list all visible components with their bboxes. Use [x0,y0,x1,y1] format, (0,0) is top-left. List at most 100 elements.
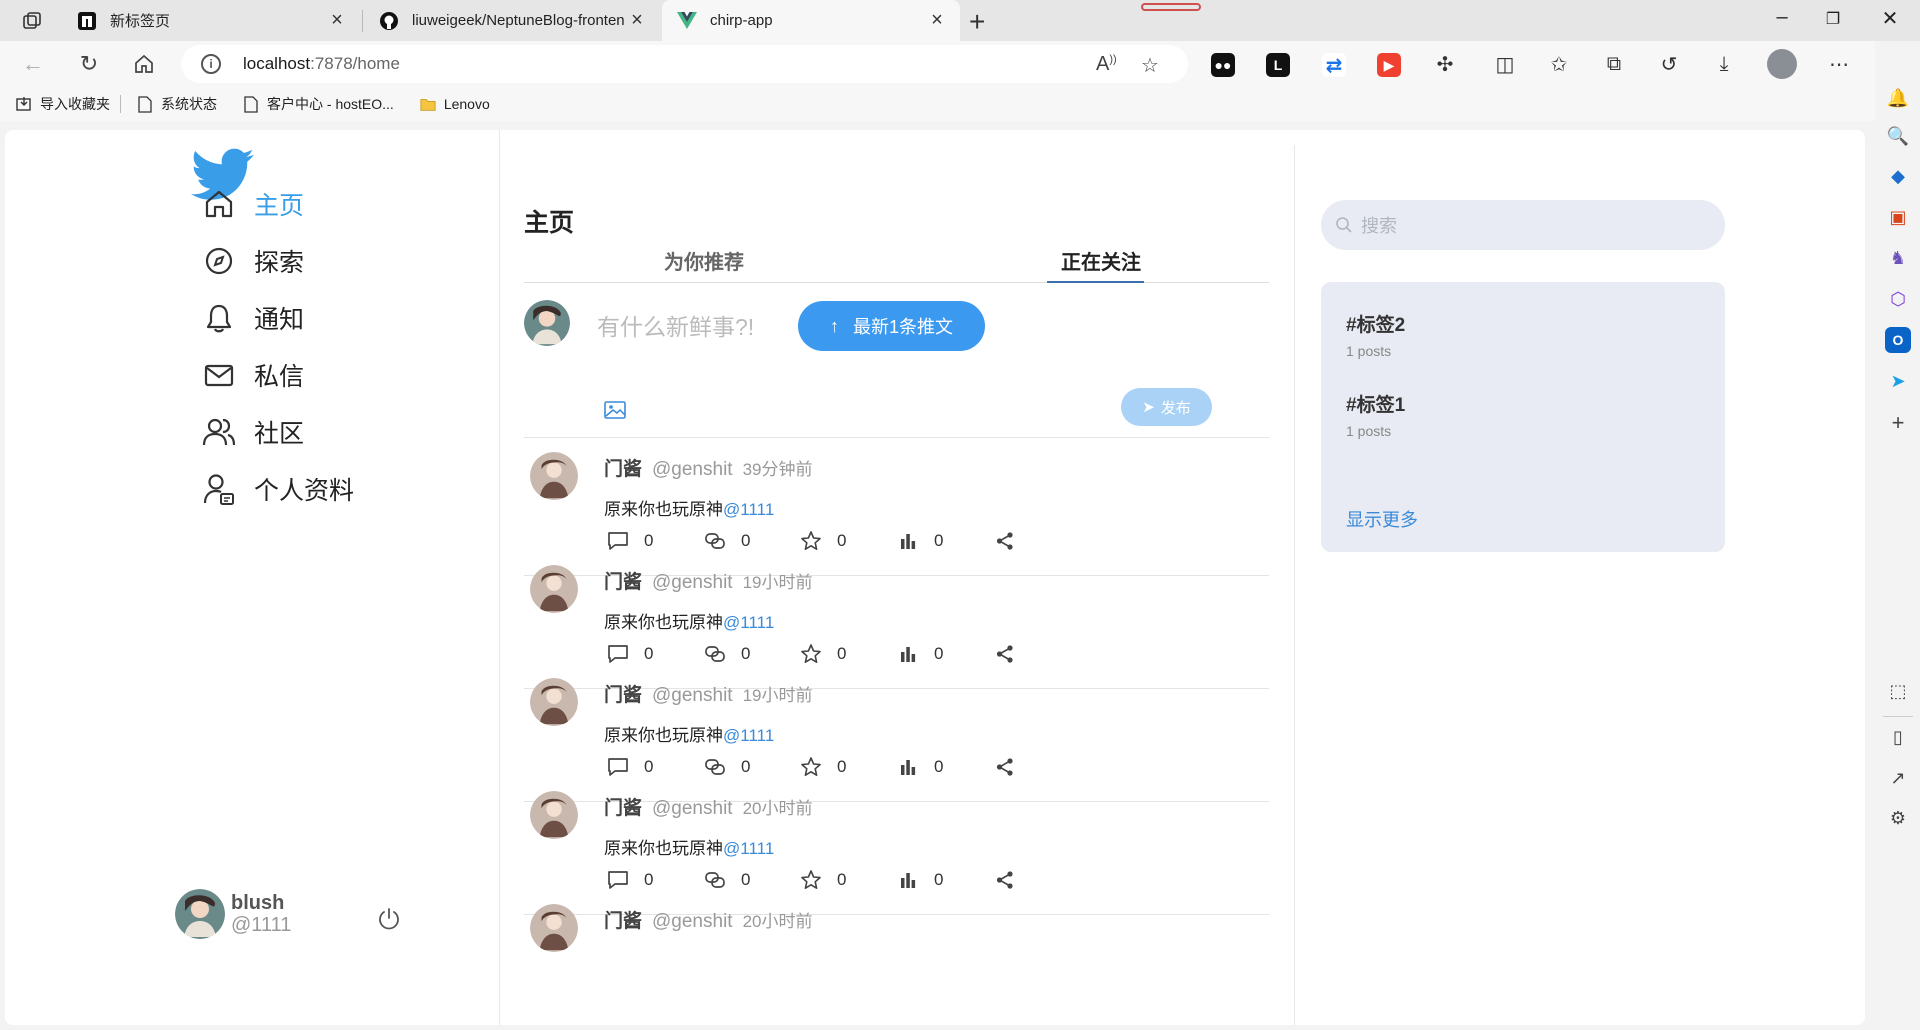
extension-play-icon[interactable]: ▶ [1377,53,1401,77]
browser-tab-newtab[interactable]: 新标签页 × [62,0,360,41]
reply-button[interactable]: 0 [606,642,653,666]
share-button[interactable] [993,642,1031,666]
current-user[interactable]: blush @1111 [175,889,291,939]
mention-link[interactable]: @1111 [723,839,774,858]
reply-button[interactable]: 0 [606,755,653,779]
close-tab-icon[interactable]: × [928,9,946,32]
collections-icon[interactable]: ⧉ [1601,51,1627,77]
views-button[interactable]: 0 [896,868,943,892]
bell-sidebar-icon[interactable]: 🔔 [1885,85,1911,111]
like-button[interactable]: 0 [799,642,846,666]
show-more-link[interactable]: 显示更多 [1346,506,1418,532]
favorite-star-icon[interactable]: ☆ [1141,53,1159,78]
like-button[interactable]: 0 [799,755,846,779]
tab-actions-icon[interactable] [21,10,43,32]
open-external-icon[interactable]: ↗ [1885,765,1911,791]
send-sidebar-icon[interactable]: ➤ [1885,368,1911,394]
trend-item[interactable]: #标签1 1 posts [1346,390,1405,439]
extension-l-icon[interactable]: L [1266,53,1290,77]
share-button[interactable] [993,755,1031,779]
retweet-button[interactable]: 0 [703,868,750,892]
post-author-handle[interactable]: @genshit [652,685,733,707]
screenshot-sidebar-icon[interactable]: ⬚ [1885,678,1911,704]
mention-link[interactable]: @1111 [723,726,774,745]
share-button[interactable] [993,868,1031,892]
read-aloud-icon[interactable]: A)) [1096,53,1117,76]
bookmark-import[interactable]: 导入收藏夹 [16,94,110,114]
nav-explore[interactable]: 探索 [200,239,304,283]
like-button[interactable]: 0 [799,529,846,553]
post-author-handle[interactable]: @genshit [652,911,733,933]
add-sidebar-icon[interactable]: + [1885,410,1911,436]
extension-mask-icon[interactable]: ●● [1211,53,1235,77]
share-button[interactable] [993,529,1031,553]
post-author-handle[interactable]: @genshit [652,798,733,820]
retweet-button[interactable]: 0 [703,642,750,666]
tab-for-you[interactable]: 为你推荐 [664,246,744,275]
toolbox-sidebar-icon[interactable]: ▣ [1885,204,1911,230]
like-button[interactable]: 0 [799,868,846,892]
post-author-handle[interactable]: @genshit [652,572,733,594]
post-author-name[interactable]: 门酱 [604,793,642,820]
browser-tab-chirp[interactable]: chirp-app × [662,0,960,41]
reply-button[interactable]: 0 [606,529,653,553]
hide-sidebar-icon[interactable]: ▯ [1885,724,1911,750]
extension-sync-icon[interactable]: ⇄ [1322,53,1346,77]
site-info-icon[interactable]: i [201,54,221,74]
back-icon[interactable]: ← [20,51,46,77]
views-button[interactable]: 0 [896,755,943,779]
new-posts-button[interactable]: ↑ 最新1条推文 [798,301,985,351]
bookmark-item[interactable]: 系统状态 [137,94,217,114]
post-author-name[interactable]: 门酱 [604,454,642,481]
post-author-handle[interactable]: @genshit [652,459,733,481]
nav-home[interactable]: 主页 [200,182,304,226]
retweet-button[interactable]: 0 [703,529,750,553]
address-bar[interactable]: i localhost:7878/home A)) ☆ [181,45,1188,83]
compose-input[interactable]: 有什么新鲜事?! [597,308,754,342]
post-author-name[interactable]: 门酱 [604,567,642,594]
restore-icon[interactable]: ❐ [1818,9,1848,29]
history-icon[interactable]: ↺ [1656,51,1682,77]
profile-avatar[interactable] [1767,49,1797,79]
nav-community[interactable]: 社区 [200,410,304,454]
home-browser-icon[interactable] [131,51,157,77]
favorites-icon[interactable]: ✩ [1546,51,1572,77]
nav-messages[interactable]: 私信 [200,353,304,397]
views-button[interactable]: 0 [896,642,943,666]
sidebar-settings-icon[interactable]: ⚙ [1885,805,1911,831]
tab-following[interactable]: 正在关注 [1061,246,1141,275]
split-screen-icon[interactable]: ◫ [1492,51,1518,77]
new-tab-button[interactable]: + [969,6,985,38]
browser-tab-github[interactable]: liuweigeek/NeptuneBlog-fronten × [364,0,660,41]
m365-sidebar-icon[interactable]: ⬡ [1885,286,1911,312]
extensions-icon[interactable]: ✣ [1432,51,1458,77]
retweet-button[interactable]: 0 [703,755,750,779]
reply-button[interactable]: 0 [606,868,653,892]
mention-link[interactable]: @1111 [723,500,774,519]
downloads-icon[interactable]: ⤓ [1711,51,1737,77]
games-sidebar-icon[interactable]: ♞ [1885,245,1911,271]
logout-power-icon[interactable] [376,906,402,932]
nav-notifications[interactable]: 通知 [200,296,304,340]
outlook-sidebar-icon[interactable]: O [1885,327,1911,353]
close-tab-icon[interactable]: × [628,9,646,32]
bookmark-item[interactable]: 客户中心 - hostEO... [243,94,394,114]
search-input[interactable]: 搜索 [1361,212,1397,238]
trend-item[interactable]: #标签2 1 posts [1346,310,1405,359]
search-box[interactable]: 搜索 [1321,200,1725,250]
more-menu-icon[interactable]: ⋯ [1826,51,1852,77]
nav-profile[interactable]: 个人资料 [200,467,354,511]
image-upload-icon[interactable] [604,400,626,420]
post-author-name[interactable]: 门酱 [604,680,642,707]
publish-button[interactable]: ➤ 发布 [1121,388,1212,426]
close-tab-icon[interactable]: × [328,9,346,32]
search-sidebar-icon[interactable]: 🔍 [1885,123,1911,149]
post-author-name[interactable]: 门酱 [604,906,642,933]
bookmark-folder[interactable]: Lenovo [420,95,490,113]
views-button[interactable]: 0 [896,529,943,553]
close-window-icon[interactable]: ✕ [1875,6,1905,31]
minimize-icon[interactable]: – [1767,6,1797,29]
mention-link[interactable]: @1111 [723,613,774,632]
tag-sidebar-icon[interactable]: ◆ [1885,163,1911,189]
refresh-icon[interactable]: ↻ [76,51,102,77]
